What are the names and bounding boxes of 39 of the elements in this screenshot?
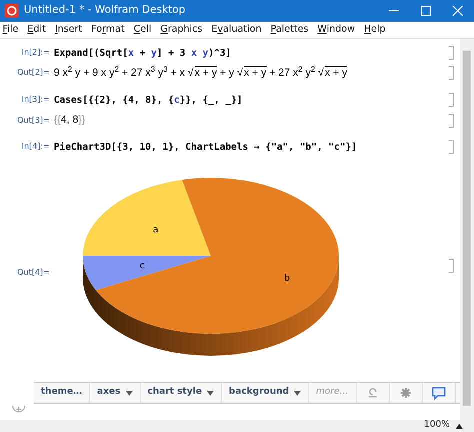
scrollbar-thumb[interactable] [463,51,471,406]
input-code: Cases[{{2}, {4, 8}, {c}}, {_, _}] [54,94,243,108]
window-title: Untitled-1 * - Wolfram Desktop [24,3,186,18]
app-logo-icon [5,4,19,18]
caret-icon [294,390,302,396]
menu-item[interactable]: Format [91,23,125,37]
cell-label: In[3]:= [20,94,51,106]
maximize-icon[interactable] [421,6,431,16]
zoom-menu-icon[interactable] [456,424,463,428]
caret-icon [207,390,214,396]
cell-label: In[2]:= [20,46,51,59]
menu-item[interactable]: Window [318,23,356,37]
cell-label: Out[3]= [16,114,51,127]
toolbar-button[interactable]: theme… [34,383,90,403]
output-expression: {{4, 8}} [54,113,86,128]
slice-label: b [284,274,290,284]
toolbar-button[interactable]: background [222,383,310,403]
slice-label: a [153,224,159,235]
cell-label: In[4]:= [20,141,51,154]
caret-icon [126,390,133,396]
menu-item[interactable]: Help [364,23,386,37]
slice-label: c [140,261,145,272]
zoom-level[interactable]: 100% [424,419,450,432]
menu-item[interactable]: Graphics [160,23,203,37]
menu-item[interactable]: Palettes [270,23,309,37]
output-expression: 9 x$^{2}$ y + 9 x y$^{2}$ + 27 x$^{3}$ y$^{3}$ + x √x + y + y √x + y + 27 x$^{2}$ y$^{2}$ √x + y [54,65,348,81]
scrollbar[interactable] [460,39,474,420]
menu-item[interactable]: Edit [28,23,46,37]
toolbar-button[interactable]: chart style [140,383,222,403]
cell-label: Out[2]= [16,67,51,80]
input-code: PieChart3D[{3, 10, 1}, ChartLabels → {"a", "b", "c"}] [54,141,358,155]
menu-item[interactable]: Insert [55,23,82,37]
close-icon[interactable] [453,6,463,16]
menu-item[interactable]: File [2,23,19,37]
input-code: Expand[(Sqrt[x + y] + 3 x y)^3] [54,46,232,60]
toolbar-button[interactable]: axes [90,383,141,403]
menu-item[interactable]: Cell [134,23,152,37]
menu-item[interactable]: Evaluation [212,23,262,37]
cell-label: Out[4]= [16,266,51,278]
